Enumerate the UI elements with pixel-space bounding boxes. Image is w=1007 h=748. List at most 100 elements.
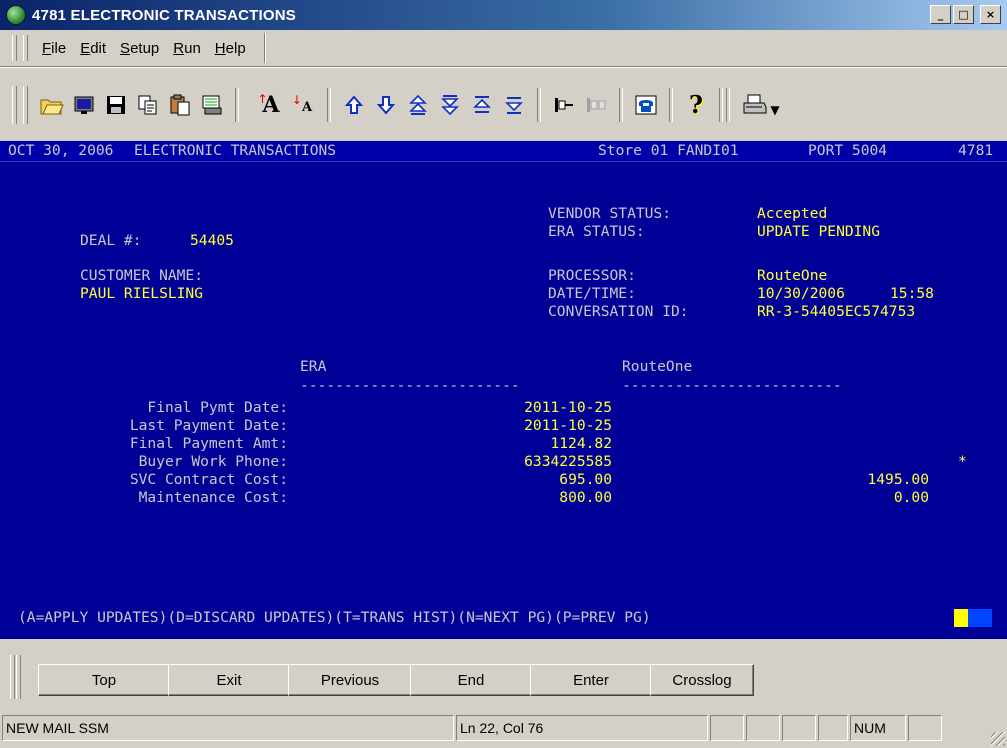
down-arrow-icon[interactable] bbox=[374, 93, 398, 117]
font-increase-icon[interactable]: A ↑ bbox=[250, 93, 280, 117]
app-globe-icon bbox=[6, 5, 26, 25]
row-routeone-svc-contract-cost: 1495.00 bbox=[867, 471, 929, 488]
previous-button[interactable]: Previous bbox=[288, 664, 412, 696]
menu-grip bbox=[12, 35, 17, 61]
processor-value: RouteOne bbox=[757, 267, 828, 284]
vendor-status-value: Accepted bbox=[757, 205, 828, 222]
header-store: Store 01 FANDI01 bbox=[598, 142, 739, 159]
top-button[interactable]: Top bbox=[38, 664, 170, 696]
status-message: NEW MAIL SSM bbox=[2, 715, 454, 741]
close-icon: × bbox=[985, 8, 996, 21]
menu-run-label: un bbox=[184, 39, 201, 57]
row-label-buyer-work-phone: Buyer Work Phone: bbox=[138, 453, 288, 470]
menu-run[interactable]: Run bbox=[173, 40, 201, 57]
conversation-value: RR-3-54405EC574753 bbox=[757, 303, 916, 320]
enter-button[interactable]: Enter bbox=[530, 664, 652, 696]
page-down-icon[interactable] bbox=[438, 93, 462, 117]
deal-value: 54405 bbox=[190, 232, 234, 249]
datetime-label: DATE/TIME: bbox=[548, 285, 636, 302]
window-title: 4781 ELECTRONIC TRANSACTIONS bbox=[32, 6, 296, 24]
page-up-icon[interactable] bbox=[406, 93, 430, 117]
crosslog-button[interactable]: Crosslog bbox=[650, 664, 754, 696]
menu-file-accel: F bbox=[42, 39, 52, 57]
menu-setup[interactable]: Setup bbox=[120, 40, 159, 57]
row-era-final-payment-amt: 1124.82 bbox=[550, 435, 612, 452]
deal-label: DEAL #: bbox=[80, 232, 142, 249]
header-title: ELECTRONIC TRANSACTIONS bbox=[134, 142, 337, 159]
row-era-maintenance-cost: 800.00 bbox=[559, 489, 612, 506]
era-status-value: UPDATE PENDING bbox=[757, 223, 881, 240]
maximize-button[interactable]: □ bbox=[953, 5, 974, 24]
window-controls: _ □ × bbox=[930, 5, 1001, 24]
era-status-label: ERA STATUS: bbox=[548, 223, 645, 240]
row-label-last-payment-date: Last Payment Date: bbox=[129, 417, 288, 434]
row-era-last-payment-date: 2011-10-25 bbox=[524, 417, 612, 434]
up-arrow-icon[interactable] bbox=[342, 93, 366, 117]
function-button-bar: Top Exit Previous End Enter Crosslog bbox=[0, 639, 1007, 711]
top-icon[interactable] bbox=[470, 93, 494, 117]
row-era-svc-contract-cost: 695.00 bbox=[559, 471, 612, 488]
close-button[interactable]: × bbox=[980, 5, 1001, 24]
fnbar-grip-inner bbox=[16, 655, 21, 699]
toolbar-separator bbox=[537, 88, 541, 122]
toolbar-separator bbox=[719, 88, 723, 122]
row-label-maintenance-cost: Maintenance Cost: bbox=[138, 489, 288, 506]
fnbar-grip bbox=[10, 655, 15, 699]
toolbar-separator bbox=[619, 88, 623, 122]
vendor-status-label: VENDOR STATUS: bbox=[548, 205, 672, 222]
customer-value: PAUL RIELSLING bbox=[80, 285, 204, 302]
open-folder-icon[interactable] bbox=[40, 93, 64, 117]
toolbar: A ↑ ↓ A ? ▼ bbox=[0, 67, 1007, 142]
menu-run-accel: R bbox=[173, 39, 185, 57]
status-bar: NEW MAIL SSM Ln 22, Col 76 NUM bbox=[0, 711, 1007, 748]
end-button[interactable]: End bbox=[410, 664, 532, 696]
era-divider: ------------------------- bbox=[300, 377, 520, 394]
paste-icon[interactable] bbox=[168, 93, 192, 117]
exit-button[interactable]: Exit bbox=[168, 664, 290, 696]
menu-help-label: elp bbox=[225, 39, 246, 57]
connect-icon[interactable] bbox=[552, 93, 576, 117]
header-id: 4781 bbox=[958, 142, 994, 159]
title-bar: 4781 ELECTRONIC TRANSACTIONS _ □ × bbox=[0, 0, 1007, 30]
minimize-button[interactable]: _ bbox=[930, 5, 951, 24]
status-pane-blank-1 bbox=[710, 715, 744, 741]
toolbar-separator bbox=[235, 88, 239, 122]
datetime-time: 15:58 bbox=[890, 285, 934, 302]
status-cursor-position: Ln 22, Col 76 bbox=[456, 715, 708, 741]
menu-end-divider bbox=[263, 33, 265, 63]
font-decrease-icon[interactable]: ↓ A bbox=[288, 93, 316, 117]
row-label-svc-contract-cost: SVC Contract Cost: bbox=[129, 471, 288, 488]
help-icon[interactable]: ? bbox=[684, 93, 708, 117]
processor-label: PROCESSOR: bbox=[548, 267, 636, 284]
status-pane-blank-3 bbox=[782, 715, 816, 741]
col-era-header: ERA bbox=[300, 358, 327, 375]
toolbar-grip bbox=[12, 86, 17, 124]
menu-grip-inner bbox=[23, 35, 28, 61]
routeone-divider: ------------------------- bbox=[622, 377, 842, 394]
maximize-icon: □ bbox=[958, 8, 969, 21]
terminal-input-field[interactable] bbox=[968, 609, 992, 627]
menu-help[interactable]: Help bbox=[215, 40, 246, 57]
status-pane-blank-4 bbox=[818, 715, 848, 741]
menu-file[interactable]: File bbox=[42, 40, 66, 57]
status-pane-blank-2 bbox=[746, 715, 780, 741]
menu-help-accel: H bbox=[214, 39, 226, 57]
resize-grip-icon[interactable] bbox=[991, 732, 1005, 746]
datetime-date: 10/30/2006 bbox=[757, 285, 845, 302]
bottom-icon[interactable] bbox=[502, 93, 526, 117]
menu-bar: File Edit Setup Run Help bbox=[0, 30, 1007, 67]
menu-edit[interactable]: Edit bbox=[80, 40, 106, 57]
menu-setup-accel: S bbox=[120, 39, 131, 57]
phone-icon[interactable] bbox=[634, 93, 658, 117]
screen-icon[interactable] bbox=[72, 93, 96, 117]
customer-label: CUSTOMER NAME: bbox=[80, 267, 204, 284]
toolbar-separator bbox=[327, 88, 331, 122]
printer-icon[interactable]: ▼ bbox=[741, 93, 781, 117]
row-era-final-pymt-date: 2011-10-25 bbox=[524, 399, 612, 416]
save-icon[interactable] bbox=[104, 93, 128, 117]
header-date: OCT 30, 2006 bbox=[8, 142, 114, 159]
print-screen-icon[interactable] bbox=[200, 93, 224, 117]
copy-icon[interactable] bbox=[136, 93, 160, 117]
conversation-label: CONVERSATION ID: bbox=[548, 303, 689, 320]
terminal-screen[interactable]: OCT 30, 2006 ELECTRONIC TRANSACTIONS Sto… bbox=[0, 141, 1007, 639]
